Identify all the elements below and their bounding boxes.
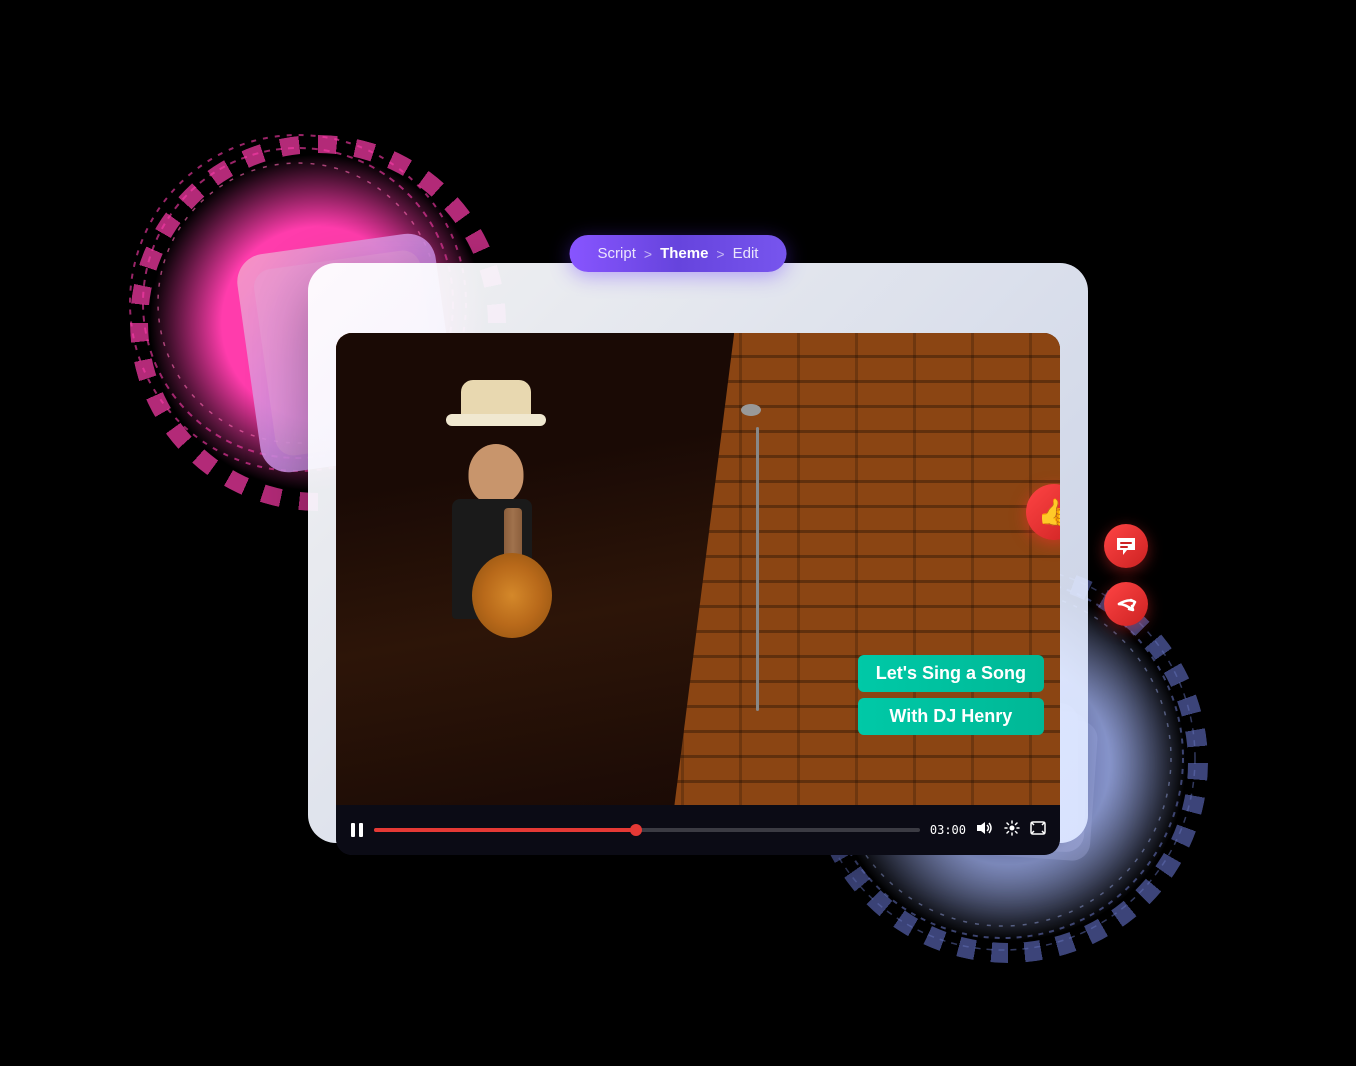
side-actions — [1104, 524, 1148, 626]
video-background: VICE ZE — [336, 333, 1060, 805]
breadcrumb-script[interactable]: Script — [598, 245, 636, 262]
progress-dot — [630, 824, 642, 836]
title-text-1: Let's Sing a Song — [876, 663, 1026, 683]
thumbs-up-icon: 👍 — [1038, 497, 1060, 528]
title-overlay: Let's Sing a Song With DJ Henry — [858, 655, 1044, 735]
progress-bar[interactable] — [374, 828, 920, 832]
title-line-2: With DJ Henry — [858, 698, 1044, 735]
fullscreen-button[interactable] — [1030, 821, 1046, 840]
mic-stand — [756, 427, 759, 710]
settings-button[interactable] — [1004, 820, 1020, 841]
performer-area — [336, 333, 734, 805]
guitar-body — [472, 553, 552, 638]
performer-head — [469, 444, 524, 504]
share-button[interactable] — [1104, 582, 1148, 626]
pause-button[interactable] — [350, 822, 364, 838]
progress-fill — [374, 828, 636, 832]
comment-button[interactable] — [1104, 524, 1148, 568]
title-line-1: Let's Sing a Song — [858, 655, 1044, 692]
performer-figure — [386, 380, 606, 805]
breadcrumb[interactable]: Script > Theme > Edit — [570, 235, 787, 272]
title-text-2: With DJ Henry — [889, 706, 1012, 726]
breadcrumb-edit[interactable]: Edit — [733, 245, 759, 262]
hat-brim — [446, 414, 546, 426]
microphone — [741, 404, 761, 416]
main-card: VICE ZE — [308, 263, 1088, 843]
breadcrumb-theme[interactable]: Theme — [660, 245, 708, 262]
breadcrumb-sep-1: > — [644, 246, 652, 262]
guitar — [452, 508, 572, 638]
video-player[interactable]: VICE ZE — [336, 333, 1060, 855]
time-display: 03:00 — [930, 823, 966, 837]
volume-button[interactable] — [976, 820, 994, 841]
video-controls-bar: 03:00 — [336, 805, 1060, 855]
breadcrumb-sep-2: > — [716, 246, 724, 262]
